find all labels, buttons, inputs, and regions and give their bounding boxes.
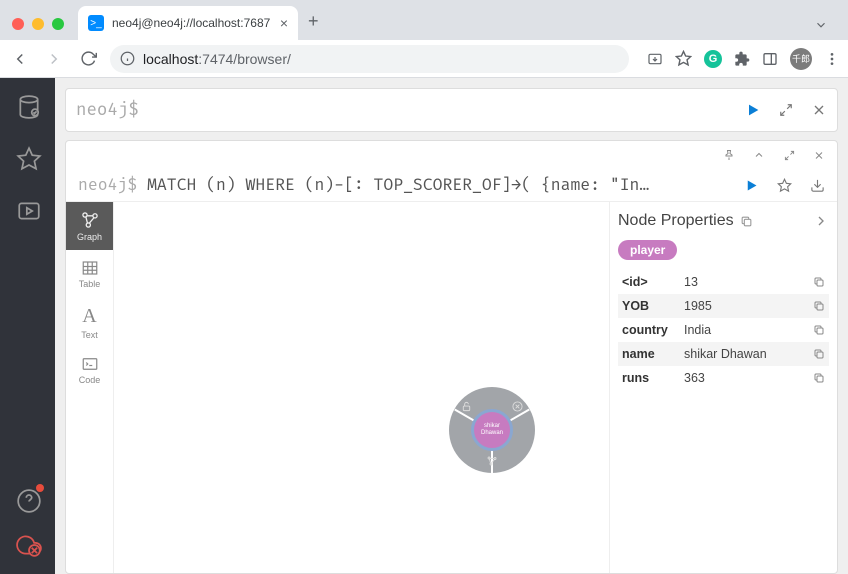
properties-panel: Node Properties player <id>13YOB1985coun… bbox=[609, 202, 837, 573]
collapse-panel-icon[interactable] bbox=[813, 213, 829, 229]
property-key: name bbox=[622, 347, 684, 361]
node-label: shikar Dhawan bbox=[474, 423, 510, 436]
tab-favicon: >_ bbox=[88, 15, 104, 31]
code-view-button[interactable]: Code bbox=[66, 346, 113, 394]
property-row: <id>13 bbox=[618, 270, 829, 294]
chrome-menu-icon[interactable] bbox=[824, 51, 840, 67]
table-view-label: Table bbox=[79, 279, 101, 289]
neo4j-app: neo4j$ bbox=[0, 78, 848, 574]
new-tab-button[interactable]: + bbox=[308, 11, 319, 32]
tab-title: neo4j@neo4j://localhost:7687 bbox=[112, 16, 272, 30]
copy-icon[interactable] bbox=[813, 276, 825, 288]
download-query-icon[interactable] bbox=[810, 178, 825, 193]
database-icon[interactable] bbox=[16, 94, 40, 118]
pin-frame-icon[interactable] bbox=[723, 149, 735, 161]
minimize-window[interactable] bbox=[32, 18, 44, 30]
close-window[interactable] bbox=[12, 18, 24, 30]
property-value: 1985 bbox=[684, 299, 813, 313]
cloud-sync-icon[interactable] bbox=[16, 532, 40, 556]
property-table: <id>13YOB1985countryIndianameshikar Dhaw… bbox=[618, 270, 829, 390]
url-text: localhost:7474/browser/ bbox=[143, 51, 291, 67]
property-value: 13 bbox=[684, 275, 813, 289]
guides-icon[interactable] bbox=[16, 198, 40, 222]
result-frame: neo4j$ MATCH (n) WHERE (n)-[: TOP_SCORER… bbox=[65, 140, 838, 574]
frame-prompt: neo4j$ bbox=[78, 175, 137, 195]
property-key: YOB bbox=[622, 299, 684, 313]
extensions-icon[interactable] bbox=[734, 51, 750, 67]
rerun-query-button[interactable] bbox=[744, 178, 759, 193]
main-content: neo4j$ bbox=[55, 78, 848, 574]
property-value: 363 bbox=[684, 371, 813, 385]
graph-node[interactable]: shikar Dhawan bbox=[471, 409, 513, 451]
collapse-frame-icon[interactable] bbox=[753, 149, 765, 161]
close-editor-icon[interactable] bbox=[811, 102, 827, 118]
text-view-button[interactable]: A Text bbox=[66, 298, 113, 346]
property-key: <id> bbox=[622, 275, 684, 289]
favorite-query-icon[interactable] bbox=[777, 178, 792, 193]
editor-prompt: neo4j$ bbox=[76, 100, 139, 121]
code-view-label: Code bbox=[79, 375, 101, 385]
property-key: runs bbox=[622, 371, 684, 385]
help-icon[interactable] bbox=[16, 488, 40, 512]
bookmark-star-icon[interactable] bbox=[675, 50, 692, 67]
maximize-window[interactable] bbox=[52, 18, 64, 30]
tab-strip: >_ neo4j@neo4j://localhost:7687 × + bbox=[0, 0, 848, 40]
frame-header: neo4j$ MATCH (n) WHERE (n)-[: TOP_SCORER… bbox=[66, 169, 837, 201]
site-info-icon[interactable] bbox=[120, 51, 135, 66]
frame-toolbar bbox=[66, 141, 837, 169]
copy-icon[interactable] bbox=[813, 324, 825, 336]
window-controls bbox=[8, 18, 74, 40]
graph-view-label: Graph bbox=[77, 232, 102, 242]
forward-button[interactable] bbox=[42, 47, 66, 71]
back-button[interactable] bbox=[8, 47, 32, 71]
copy-icon[interactable] bbox=[813, 348, 825, 360]
view-switcher: Graph Table A Text Code bbox=[66, 202, 114, 573]
side-panel-icon[interactable] bbox=[762, 51, 778, 67]
notification-dot bbox=[36, 484, 44, 492]
grammarly-extension-icon[interactable]: G bbox=[704, 50, 722, 68]
property-row: nameshikar Dhawan bbox=[618, 342, 829, 366]
panel-title: Node Properties bbox=[618, 212, 753, 230]
property-value: shikar Dhawan bbox=[684, 347, 813, 361]
property-value: India bbox=[684, 323, 813, 337]
favorites-icon[interactable] bbox=[16, 146, 40, 170]
property-key: country bbox=[622, 323, 684, 337]
graph-canvas[interactable]: shikar Dhawan bbox=[114, 202, 609, 573]
reload-button[interactable] bbox=[76, 47, 100, 71]
address-bar: localhost:7474/browser/ G 千郎 bbox=[0, 40, 848, 78]
copy-icon[interactable] bbox=[813, 372, 825, 384]
app-sidebar bbox=[0, 78, 55, 574]
copy-icon[interactable] bbox=[813, 300, 825, 312]
property-row: YOB1985 bbox=[618, 294, 829, 318]
expand-frame-icon[interactable] bbox=[783, 149, 795, 161]
install-app-icon[interactable] bbox=[647, 51, 663, 67]
close-frame-icon[interactable] bbox=[813, 149, 825, 161]
url-field[interactable]: localhost:7474/browser/ bbox=[110, 45, 629, 73]
property-row: countryIndia bbox=[618, 318, 829, 342]
tab-overflow-icon[interactable] bbox=[814, 18, 828, 32]
fullscreen-editor-icon[interactable] bbox=[779, 103, 793, 117]
text-view-label: Text bbox=[81, 330, 98, 340]
browser-chrome: >_ neo4j@neo4j://localhost:7687 × + loca… bbox=[0, 0, 848, 78]
graph-view-button[interactable]: Graph bbox=[66, 202, 113, 250]
property-row: runs363 bbox=[618, 366, 829, 390]
dismiss-node-icon[interactable] bbox=[512, 401, 523, 412]
node-context-menu: shikar Dhawan bbox=[449, 387, 535, 473]
run-query-button[interactable] bbox=[745, 102, 761, 118]
close-tab-icon[interactable]: × bbox=[280, 15, 288, 31]
table-view-button[interactable]: Table bbox=[66, 250, 113, 298]
browser-tab[interactable]: >_ neo4j@neo4j://localhost:7687 × bbox=[78, 6, 298, 40]
frame-query-text[interactable]: MATCH (n) WHERE (n)-[: TOP_SCORER_OF]→( … bbox=[147, 175, 734, 195]
label-badge[interactable]: player bbox=[618, 240, 677, 260]
profile-avatar[interactable]: 千郎 bbox=[790, 48, 812, 70]
unlock-node-icon[interactable] bbox=[461, 401, 472, 412]
cypher-editor: neo4j$ bbox=[65, 88, 838, 132]
expand-node-icon[interactable] bbox=[486, 455, 498, 467]
